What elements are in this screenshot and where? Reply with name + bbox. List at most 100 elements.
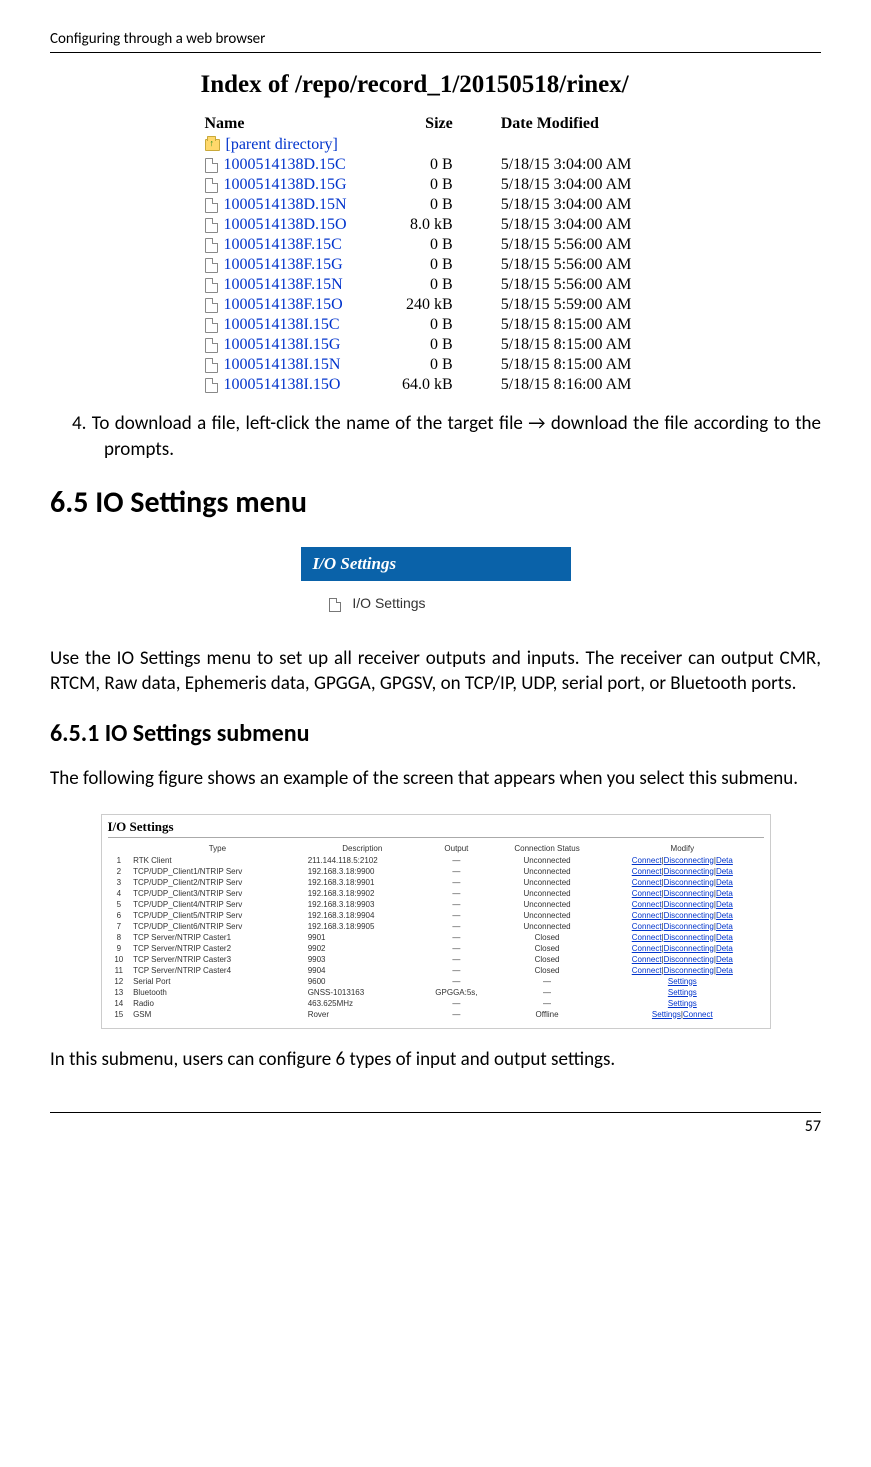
row-status: Unconnected bbox=[493, 921, 601, 932]
file-size: 0 B bbox=[383, 235, 471, 255]
file-link[interactable]: 1000514138F.15G bbox=[224, 256, 343, 273]
row-output: — bbox=[420, 888, 493, 899]
disconnecting-link[interactable]: Disconnecting bbox=[664, 944, 714, 953]
file-link[interactable]: 1000514138I.15G bbox=[224, 336, 341, 353]
detail-link[interactable]: Deta bbox=[716, 889, 733, 898]
table-row: 3TCP/UDP_Client2/NTRIP Serv192.168.3.18:… bbox=[108, 877, 764, 888]
connect-link[interactable]: Connect bbox=[632, 900, 662, 909]
io-table-title: I/O Settings bbox=[108, 819, 764, 838]
detail-link[interactable]: Deta bbox=[716, 933, 733, 942]
connect-link[interactable]: Connect bbox=[632, 911, 662, 920]
file-date: 5/18/15 3:04:00 AM bbox=[471, 195, 671, 215]
io-settings-menu-item[interactable]: I/O Settings bbox=[301, 581, 571, 617]
table-row: 12Serial Port9600——Settings bbox=[108, 976, 764, 987]
table-row: 11TCP Server/NTRIP Caster49904—ClosedCon… bbox=[108, 965, 764, 976]
row-num: 9 bbox=[108, 943, 131, 954]
detail-link[interactable]: Deta bbox=[716, 955, 733, 964]
row-type: TCP/UDP_Client2/NTRIP Serv bbox=[130, 877, 305, 888]
file-link[interactable]: 1000514138I.15C bbox=[224, 316, 340, 333]
settings-link[interactable]: Settings bbox=[668, 999, 697, 1008]
file-date: 5/18/15 3:04:00 AM bbox=[471, 215, 671, 235]
submenu-paragraph: The following figure shows an example of… bbox=[50, 766, 821, 792]
table-row: 1000514138D.15G 0 B5/18/15 3:04:00 AM bbox=[201, 175, 671, 195]
file-link[interactable]: 1000514138D.15C bbox=[224, 156, 346, 173]
row-desc: 9902 bbox=[305, 943, 420, 954]
connect-link[interactable]: Connect bbox=[683, 1010, 713, 1019]
detail-link[interactable]: Deta bbox=[716, 922, 733, 931]
file-link[interactable]: 1000514138D.15N bbox=[224, 196, 347, 213]
connect-link[interactable]: Connect bbox=[632, 933, 662, 942]
row-type: Bluetooth bbox=[130, 987, 305, 998]
file-icon bbox=[205, 158, 218, 173]
connect-link[interactable]: Connect bbox=[632, 878, 662, 887]
row-output: — bbox=[420, 943, 493, 954]
file-link[interactable]: 1000514138D.15G bbox=[224, 176, 347, 193]
detail-link[interactable]: Deta bbox=[716, 878, 733, 887]
row-modify: Connect|Disconnecting|Deta bbox=[601, 888, 763, 899]
connect-link[interactable]: Connect bbox=[632, 955, 662, 964]
row-status: — bbox=[493, 976, 601, 987]
col-type: Type bbox=[130, 842, 305, 855]
file-link[interactable]: 1000514138I.15N bbox=[224, 356, 341, 373]
row-modify: Connect|Disconnecting|Deta bbox=[601, 877, 763, 888]
row-desc: 192.168.3.18:9900 bbox=[305, 866, 420, 877]
col-desc: Description bbox=[305, 842, 420, 855]
row-status: Unconnected bbox=[493, 855, 601, 866]
connect-link[interactable]: Connect bbox=[632, 966, 662, 975]
closing-paragraph: In this submenu, users can configure 6 t… bbox=[50, 1047, 821, 1073]
table-row: 8TCP Server/NTRIP Caster19901—ClosedConn… bbox=[108, 932, 764, 943]
file-icon bbox=[205, 358, 218, 373]
detail-link[interactable]: Deta bbox=[716, 856, 733, 865]
table-header-row: Type Description Output Connection Statu… bbox=[108, 842, 764, 855]
file-link[interactable]: 1000514138F.15O bbox=[224, 296, 343, 313]
disconnecting-link[interactable]: Disconnecting bbox=[664, 889, 714, 898]
disconnecting-link[interactable]: Disconnecting bbox=[664, 955, 714, 964]
file-link[interactable]: 1000514138D.15O bbox=[224, 216, 347, 233]
index-heading: Index of /repo/record_1/20150518/rinex/ bbox=[201, 71, 671, 99]
section-title: Configuring through a web browser bbox=[50, 30, 265, 48]
file-size: 0 B bbox=[383, 175, 471, 195]
file-link[interactable]: 1000514138I.15O bbox=[224, 376, 341, 393]
detail-link[interactable]: Deta bbox=[716, 900, 733, 909]
file-date: 5/18/15 3:04:00 AM bbox=[471, 175, 671, 195]
row-desc: Rover bbox=[305, 1009, 420, 1020]
disconnecting-link[interactable]: Disconnecting bbox=[664, 867, 714, 876]
row-desc: 192.168.3.18:9904 bbox=[305, 910, 420, 921]
file-icon bbox=[205, 218, 218, 233]
row-num: 13 bbox=[108, 987, 131, 998]
row-status: Unconnected bbox=[493, 888, 601, 899]
connect-link[interactable]: Connect bbox=[632, 867, 662, 876]
file-link[interactable]: 1000514138F.15C bbox=[224, 236, 342, 253]
settings-link[interactable]: Settings bbox=[668, 977, 697, 986]
row-num: 4 bbox=[108, 888, 131, 899]
connect-link[interactable]: Connect bbox=[632, 856, 662, 865]
disconnecting-link[interactable]: Disconnecting bbox=[664, 911, 714, 920]
col-size: Size bbox=[383, 113, 471, 135]
settings-link[interactable]: Settings bbox=[668, 988, 697, 997]
detail-link[interactable]: Deta bbox=[716, 966, 733, 975]
page-number: 57 bbox=[50, 1112, 821, 1136]
detail-link[interactable]: Deta bbox=[716, 944, 733, 953]
file-icon bbox=[205, 338, 218, 353]
disconnecting-link[interactable]: Disconnecting bbox=[664, 966, 714, 975]
disconnecting-link[interactable]: Disconnecting bbox=[664, 878, 714, 887]
detail-link[interactable]: Deta bbox=[716, 911, 733, 920]
row-output: — bbox=[420, 998, 493, 1009]
connect-link[interactable]: Connect bbox=[632, 944, 662, 953]
parent-dir-link[interactable]: [parent directory] bbox=[226, 136, 338, 153]
file-link[interactable]: 1000514138F.15N bbox=[224, 276, 343, 293]
connect-link[interactable]: Connect bbox=[632, 889, 662, 898]
disconnecting-link[interactable]: Disconnecting bbox=[664, 933, 714, 942]
file-date: 5/18/15 8:15:00 AM bbox=[471, 315, 671, 335]
disconnecting-link[interactable]: Disconnecting bbox=[664, 900, 714, 909]
disconnecting-link[interactable]: Disconnecting bbox=[664, 856, 714, 865]
file-date: 5/18/15 5:56:00 AM bbox=[471, 255, 671, 275]
detail-link[interactable]: Deta bbox=[716, 867, 733, 876]
settings-link[interactable]: Settings bbox=[652, 1010, 681, 1019]
row-num: 2 bbox=[108, 866, 131, 877]
table-row: 1000514138D.15O8.0 kB5/18/15 3:04:00 AM bbox=[201, 215, 671, 235]
disconnecting-link[interactable]: Disconnecting bbox=[664, 922, 714, 931]
row-modify: Connect|Disconnecting|Deta bbox=[601, 932, 763, 943]
row-desc: 463.625MHz bbox=[305, 998, 420, 1009]
connect-link[interactable]: Connect bbox=[632, 922, 662, 931]
